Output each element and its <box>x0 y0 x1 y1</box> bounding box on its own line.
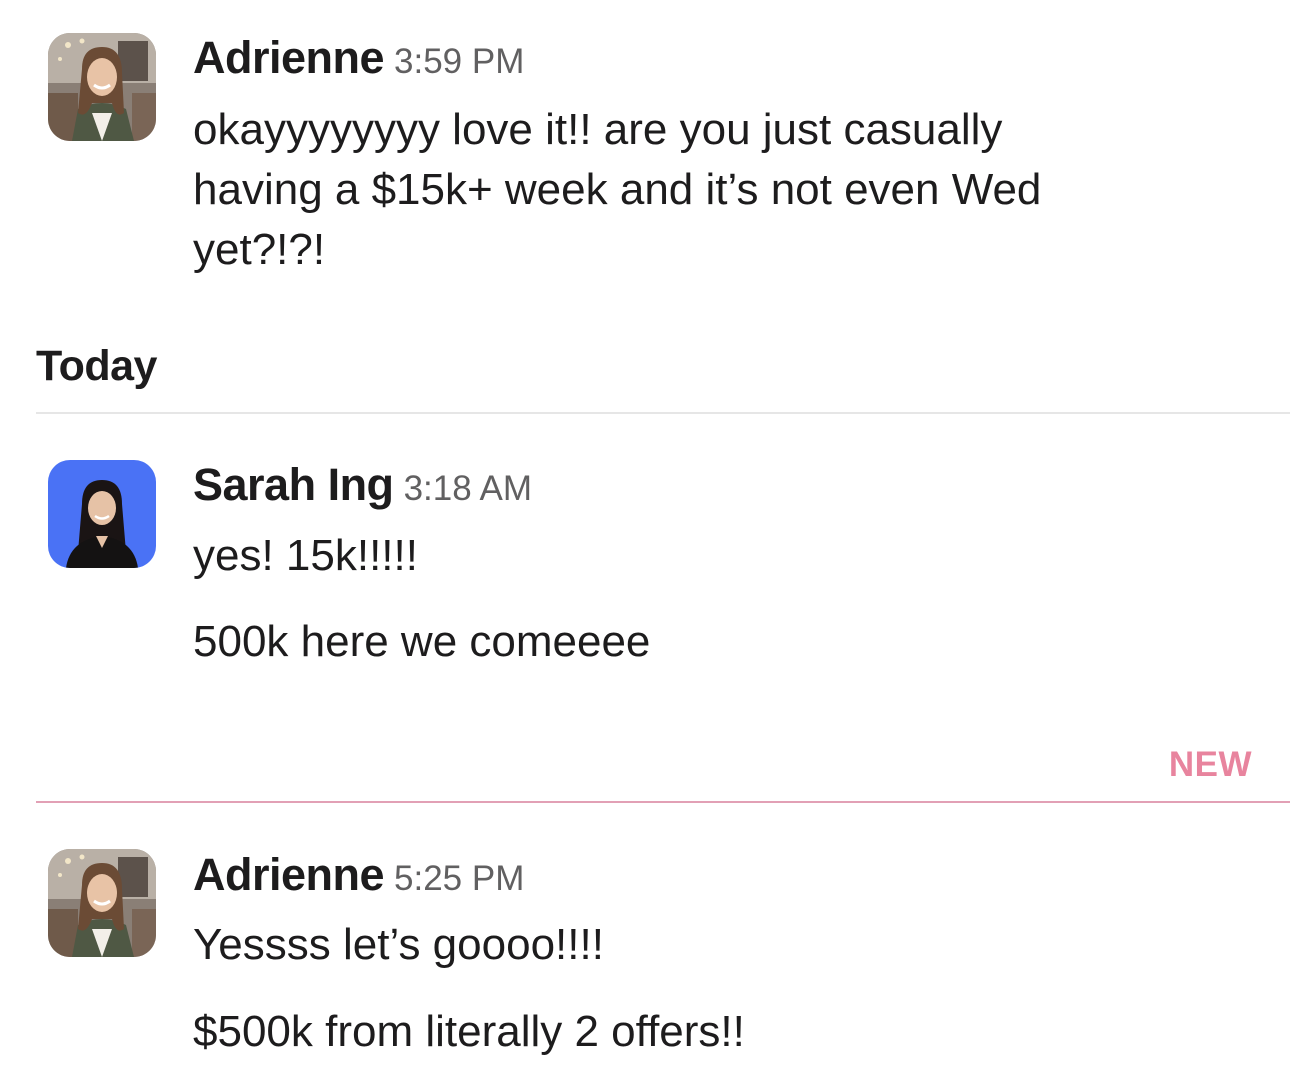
message-header: Adrienne 5:25 PM <box>193 849 524 901</box>
message-time[interactable]: 3:18 AM <box>404 469 532 508</box>
new-messages-line <box>36 801 1290 803</box>
message-time[interactable]: 5:25 PM <box>394 859 524 898</box>
message-text: 500k here we comeeee <box>193 617 651 666</box>
adrienne-avatar-icon[interactable] <box>48 33 156 141</box>
author-name[interactable]: Adrienne <box>193 32 385 83</box>
message-header: Sarah Ing 3:18 AM <box>193 459 532 511</box>
message-line: yet?!?! <box>193 225 326 274</box>
message-time[interactable]: 3:59 PM <box>394 42 524 81</box>
new-messages-label: NEW <box>1168 745 1252 784</box>
author-name[interactable]: Sarah Ing <box>193 459 394 510</box>
message-text: okayyyyyyyy love it!! are you just casua… <box>193 100 1213 280</box>
author-name[interactable]: Adrienne <box>193 849 385 900</box>
message-text: Yessss let’s goooo!!!! <box>193 920 604 969</box>
message-text: yes! 15k!!!!! <box>193 531 418 580</box>
message-text: $500k from literally 2 offers!! <box>193 1007 745 1056</box>
message-header: Adrienne 3:59 PM <box>193 32 524 84</box>
adrienne-avatar-icon[interactable] <box>48 849 156 957</box>
sarah-avatar-icon[interactable] <box>48 460 156 568</box>
day-divider-label[interactable]: Today <box>36 342 157 391</box>
day-divider-line <box>36 412 1290 414</box>
message-line: okayyyyyyyy love it!! are you just casua… <box>193 105 1003 154</box>
message-line: having a $15k+ week and it’s not even We… <box>193 165 1042 214</box>
